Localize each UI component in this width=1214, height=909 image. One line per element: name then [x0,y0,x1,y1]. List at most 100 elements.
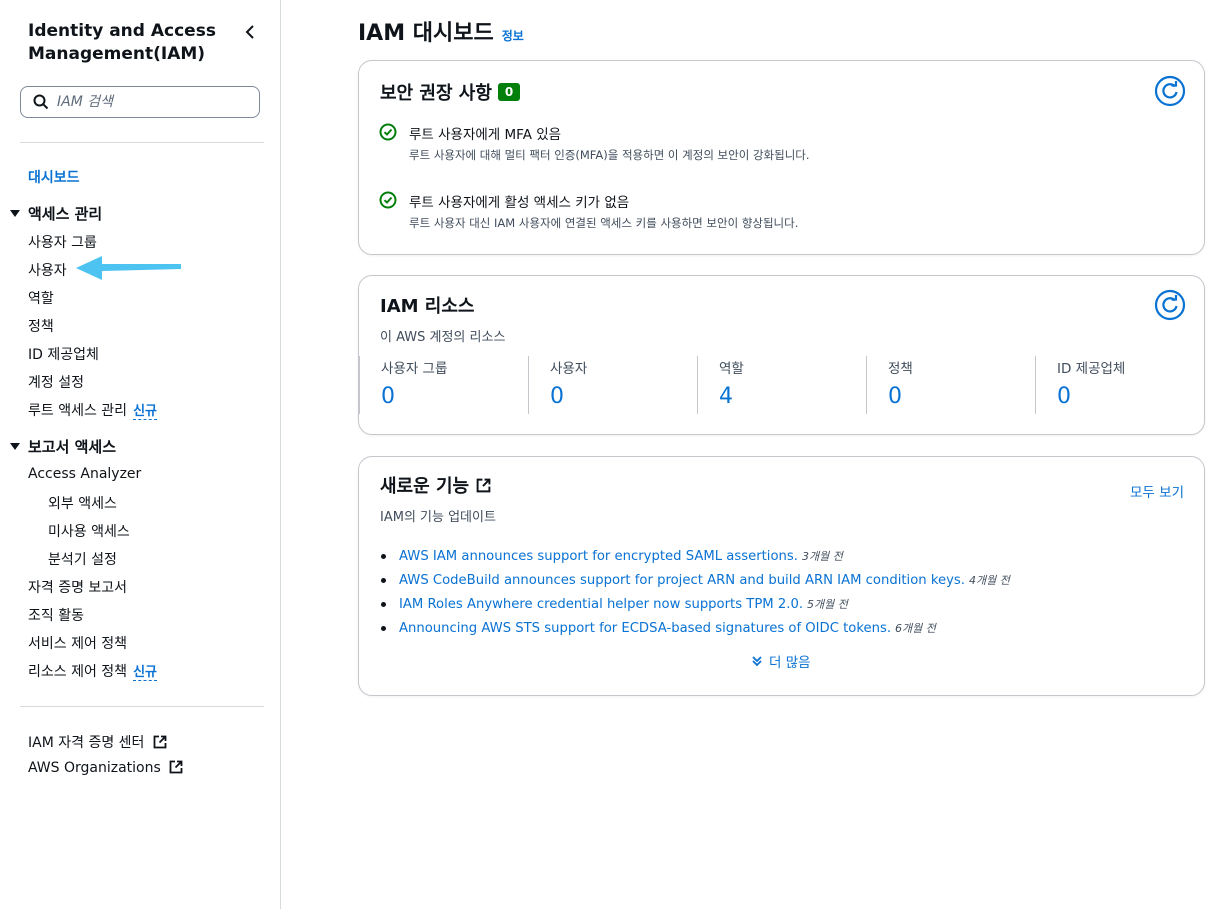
search-box[interactable] [20,86,260,118]
bullet [381,601,386,607]
resource-value[interactable]: 0 [381,384,395,409]
external-link-icon [169,760,183,774]
search-icon [33,94,49,110]
recommendation-title: 루트 사용자에게 MFA 있음 [409,127,562,143]
new-badge: 신규 [133,404,157,420]
resource-label: 정책 [888,361,913,377]
feature-link[interactable]: IAM Roles Anywhere credential helper now… [399,597,803,612]
feature-link[interactable]: Announcing AWS STS support for ECDSA-bas… [399,621,891,636]
external-link-icon [153,735,167,749]
external-link-icon[interactable] [476,478,491,493]
nav-analyzer-settings[interactable]: 분석기 설정 [48,549,117,569]
count-badge: 0 [497,83,521,101]
nav-label: 루트 액세스 관리 [28,403,128,419]
nav-user-groups[interactable]: 사용자 그룹 [28,232,97,252]
feature-link[interactable]: AWS CodeBuild announces support for proj… [399,573,965,588]
features-title: 새로운 기능 [380,472,491,498]
section-label: 액세스 관리 [28,205,103,223]
view-all-link[interactable]: 모두 보기 [1130,481,1184,501]
section-report-access[interactable]: 보고서 액세스 [10,436,116,457]
double-chevron-down-icon [752,656,762,667]
caret-down-icon [10,443,20,450]
search-input[interactable] [57,94,237,110]
resource-users: 사용자 0 [528,356,697,414]
show-more-label: 더 많음 [769,655,811,671]
nav-access-analyzer[interactable]: Access Analyzer [28,466,141,482]
bullet [381,553,386,559]
nav-roles[interactable]: 역할 [28,288,54,308]
refresh-icon[interactable] [1154,75,1186,107]
info-link[interactable]: 정보 [502,27,524,44]
resources-title: IAM 리소스 [380,296,475,317]
resource-label: 사용자 [550,361,588,377]
nav-label: AWS Organizations [28,760,161,776]
nav-account-settings[interactable]: 계정 설정 [28,372,84,392]
page-title-text: IAM 대시보드 [358,21,494,46]
page-title: IAM 대시보드 정보 [358,15,524,47]
resource-identity-providers: ID 제공업체 0 [1035,356,1204,414]
section-access-management[interactable]: 액세스 관리 [10,203,102,224]
divider [20,142,264,143]
nav-external-access[interactable]: 외부 액세스 [48,493,117,513]
nav-service-control-policies[interactable]: 서비스 제어 정책 [28,633,127,653]
check-circle-icon [379,123,397,141]
section-label: 보고서 액세스 [28,438,117,456]
resources-subtitle: 이 AWS 계정의 리소스 [380,330,506,345]
feature-time: 4개월 전 [968,574,1010,587]
nav-resource-control-policies[interactable]: 리소스 제어 정책 신규 [28,661,157,681]
recommendation-desc: 루트 사용자 대신 IAM 사용자에 연결된 액세스 키를 사용하면 보안이 향… [409,216,799,230]
resource-label: ID 제공업체 [1057,361,1126,377]
nav-identity-providers[interactable]: ID 제공업체 [28,344,99,364]
whats-new-card: 새로운 기능 모두 보기 IAM의 기능 업데이트 AWS IAM announ… [358,456,1205,696]
nav-credential-report[interactable]: 자격 증명 보고서 [28,577,127,597]
new-badge: 신규 [133,665,157,681]
resource-label: 사용자 그룹 [381,361,448,377]
show-more-button[interactable]: 더 많음 [751,651,811,671]
resource-roles: 역할 4 [697,356,866,414]
list-item: AWS IAM announces support for encrypted … [381,544,1010,568]
security-title: 보안 권장 사항 0 [380,79,521,105]
check-circle-icon [379,191,397,209]
nav-root-access-management[interactable]: 루트 액세스 관리 신규 [28,400,157,420]
collapse-sidebar-button[interactable] [240,20,260,44]
resource-label: 역할 [719,361,744,377]
refresh-icon[interactable] [1154,289,1186,321]
nav-label: IAM 자격 증명 센터 [28,735,145,751]
resource-value[interactable]: 0 [550,384,564,409]
sidebar: Identity and Access Management(IAM) 대시보드… [0,0,281,909]
security-recommendations-card: 보안 권장 사항 0 루트 사용자에게 MFA 있음 루트 사용자에 대해 멀티… [358,60,1205,255]
resource-value[interactable]: 4 [719,384,733,409]
resource-user-groups: 사용자 그룹 0 [359,356,528,414]
caret-down-icon [10,210,20,217]
nav-aws-organizations[interactable]: AWS Organizations [28,760,183,776]
nav-dashboard[interactable]: 대시보드 [28,167,80,187]
bullet [381,625,386,631]
resource-value[interactable]: 0 [1057,384,1071,409]
card-title-text: 새로운 기능 [380,476,470,497]
resource-value[interactable]: 0 [888,384,902,409]
list-item: IAM Roles Anywhere credential helper now… [381,592,1010,616]
bullet [381,577,386,583]
recommendation-desc: 루트 사용자에 대해 멀티 팩터 인증(MFA)을 적용하면 이 계정의 보안이… [409,148,810,162]
list-item: Announcing AWS STS support for ECDSA-bas… [381,616,1010,640]
nav-iam-identity-center[interactable]: IAM 자격 증명 센터 [28,732,167,752]
features-list: AWS IAM announces support for encrypted … [381,544,1010,640]
chevron-left-icon [245,25,254,39]
nav-users[interactable]: 사용자 [28,260,67,280]
feature-time: 5개월 전 [807,598,848,611]
nav-label: 리소스 제어 정책 [28,664,128,680]
nav-unused-access[interactable]: 미사용 액세스 [48,521,130,541]
feature-time: 3개월 전 [801,550,843,563]
list-item: AWS CodeBuild announces support for proj… [381,568,1010,592]
features-subtitle: IAM의 기능 업데이트 [380,510,496,525]
divider [20,706,264,707]
sidebar-title: Identity and Access Management(IAM) [28,21,216,64]
recommendation-title: 루트 사용자에게 활성 액세스 키가 없음 [409,195,630,211]
feature-time: 6개월 전 [895,622,936,635]
iam-resources-card: IAM 리소스 이 AWS 계정의 리소스 사용자 그룹 0 사용자 0 역할 … [358,275,1205,435]
nav-organization-activity[interactable]: 조직 활동 [28,605,84,625]
resource-policies: 정책 0 [866,356,1035,414]
nav-policies[interactable]: 정책 [28,316,54,336]
feature-link[interactable]: AWS IAM announces support for encrypted … [399,549,798,564]
annotation-arrow-icon [76,256,181,280]
